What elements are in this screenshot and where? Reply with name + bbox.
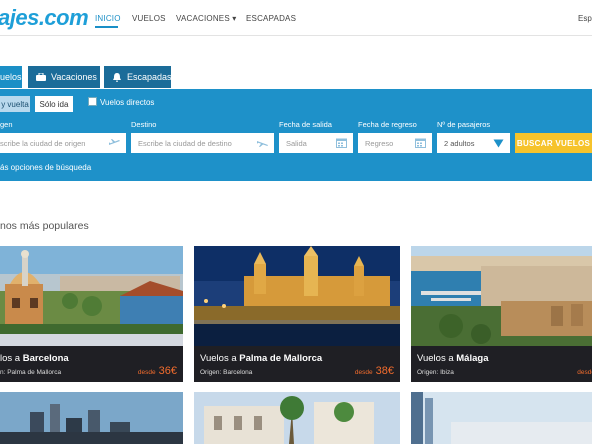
- tab-vuelos-label: uelos: [0, 72, 22, 82]
- direct-flights-checkbox[interactable]: [88, 97, 97, 106]
- tab-escapadas-label: Escapadas: [127, 72, 172, 82]
- card-origin: n: Palma de Mallorca: [0, 369, 62, 376]
- destination-card[interactable]: [411, 392, 592, 444]
- card-title: Vuelos a Palma de Mallorca: [200, 353, 322, 364]
- barcelona-photo: [0, 246, 183, 346]
- more-search-options-link[interactable]: ás opciones de búsqueda: [0, 163, 91, 172]
- chevron-down-icon: [493, 139, 504, 149]
- card-origin: Origen: Barcelona: [200, 369, 253, 376]
- departure-label: Fecha de salida: [279, 120, 332, 129]
- search-panel: y vuelta Sólo ida Vuelos directos gen sc…: [0, 89, 592, 181]
- passengers-value: 2 adultos: [444, 138, 475, 148]
- destination-card-palma[interactable]: Vuelos a Palma de Mallorca Origen: Barce…: [194, 246, 400, 382]
- site-logo[interactable]: ajes.com: [0, 5, 89, 31]
- card-price-desde: desde: [354, 369, 373, 376]
- destination-card[interactable]: [0, 392, 183, 444]
- destination-label: Destino: [131, 120, 157, 129]
- city-skyline-photo: [0, 392, 183, 444]
- destination-card-barcelona[interactable]: los a Barcelona n: Palma de Mallorca des…: [0, 246, 183, 382]
- language-selector[interactable]: Espa: [578, 14, 592, 23]
- card-price-desde: desde: [577, 369, 592, 376]
- return-placeholder: Regreso: [365, 138, 394, 148]
- top-header: ajes.com INICIO VUELOS VACACIONES ▾ ESCA…: [0, 0, 592, 36]
- nav-escapadas[interactable]: ESCAPADAS: [246, 14, 296, 23]
- card-title: Vuelos a Málaga: [417, 353, 488, 364]
- palm-building-photo: [194, 392, 400, 444]
- search-flights-button[interactable]: BUSCAR VUELOS: [515, 133, 592, 153]
- origin-field[interactable]: scribe la ciudad de origen: [0, 133, 126, 153]
- card-info-bar: Vuelos a Málaga Origen: Ibiza desde: [411, 346, 592, 382]
- card-city: Málaga: [456, 353, 489, 364]
- tab-vacaciones[interactable]: Vacaciones: [28, 66, 100, 88]
- nav-vuelos[interactable]: VUELOS: [132, 14, 166, 23]
- destination-field[interactable]: Escribe la ciudad de destino: [131, 133, 274, 153]
- bell-icon: [112, 73, 122, 82]
- card-city: Palma de Mallorca: [239, 353, 323, 364]
- return-field[interactable]: Regreso: [358, 133, 432, 153]
- card-price: desde 36€: [138, 365, 177, 377]
- plane-landing-icon: [257, 138, 268, 148]
- suitcase-icon: [36, 72, 46, 81]
- card-info-bar: los a Barcelona n: Palma de Mallorca des…: [0, 346, 183, 382]
- card-price: desde: [577, 365, 592, 377]
- card-price: desde 38€: [355, 365, 394, 377]
- tower-photo: [411, 392, 592, 444]
- plane-takeoff-icon: [109, 138, 120, 148]
- departure-field[interactable]: Salida: [279, 133, 353, 153]
- card-title-prefix: Vuelos a: [200, 353, 240, 364]
- destination-card[interactable]: [194, 392, 400, 444]
- passengers-select[interactable]: 2 adultos: [437, 133, 510, 153]
- nav-inicio[interactable]: INICIO: [95, 14, 121, 23]
- card-price-desde: desde: [137, 369, 156, 376]
- card-title: los a Barcelona: [0, 353, 69, 364]
- palma-cathedral-photo: [194, 246, 400, 346]
- card-info-bar: Vuelos a Palma de Mallorca Origen: Barce…: [194, 346, 400, 382]
- tab-vacaciones-label: Vacaciones: [51, 72, 97, 82]
- card-price-value: 38€: [375, 365, 394, 377]
- trip-round-button[interactable]: y vuelta: [0, 96, 30, 112]
- origin-placeholder: scribe la ciudad de origen: [0, 138, 86, 148]
- active-nav-indicator: [95, 26, 118, 28]
- card-title-prefix: Vuelos a: [417, 353, 457, 364]
- trip-oneway-button[interactable]: Sólo ida: [35, 96, 73, 112]
- direct-flights-label: Vuelos directos: [100, 98, 155, 107]
- nav-vacaciones[interactable]: VACACIONES ▾: [176, 14, 237, 23]
- return-label: Fecha de regreso: [358, 120, 417, 129]
- popular-destinations-title: nos más populares: [0, 220, 89, 232]
- calendar-icon: [415, 138, 426, 148]
- card-origin: Origen: Ibiza: [417, 369, 454, 376]
- card-price-value: 36€: [158, 365, 177, 377]
- origin-label: gen: [0, 120, 13, 129]
- malaga-photo: [411, 246, 592, 346]
- passengers-label: Nº de pasajeros: [437, 120, 491, 129]
- tab-escapadas[interactable]: Escapadas: [104, 66, 172, 88]
- destination-card-malaga[interactable]: Vuelos a Málaga Origen: Ibiza desde: [411, 246, 592, 382]
- calendar-icon: [336, 138, 347, 148]
- card-city: Barcelona: [22, 353, 69, 364]
- tab-vuelos[interactable]: uelos: [0, 66, 22, 88]
- departure-placeholder: Salida: [286, 138, 307, 148]
- destination-placeholder: Escribe la ciudad de destino: [138, 138, 232, 148]
- card-title-prefix: los a: [0, 353, 23, 364]
